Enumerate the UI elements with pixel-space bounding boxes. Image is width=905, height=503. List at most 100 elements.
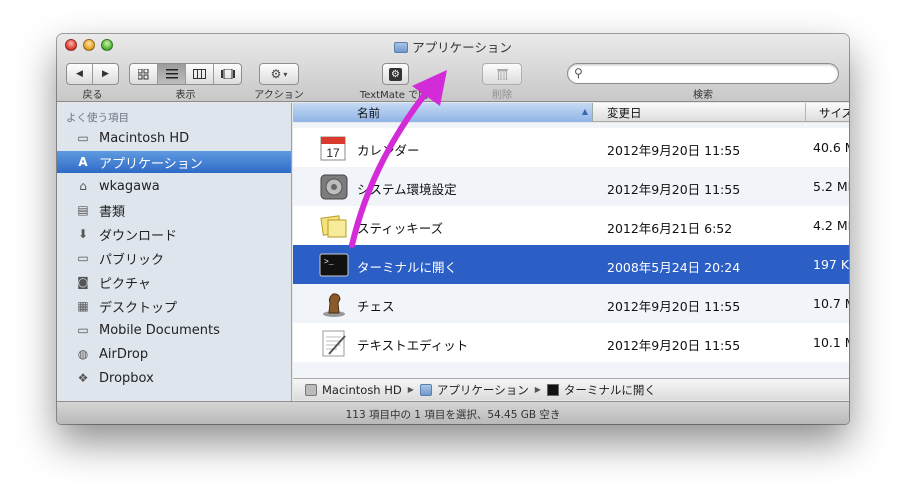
file-name: システム環境設定 — [357, 182, 457, 197]
sidebar-item-label: Macintosh HD — [99, 130, 190, 146]
sidebar-item-label: パブリック — [99, 252, 165, 268]
airdrop-icon: ◍ — [77, 347, 89, 361]
search-input[interactable] — [588, 65, 828, 82]
file-modified: 2012年9月20日 11:55 — [607, 143, 741, 158]
toolbar: アプリケーション ◀ ▶ 戻る 表示 ⚙ ▾ アクション ⚙ TextMate … — [57, 34, 849, 102]
sidebar-item-label: ピクチャ — [99, 276, 151, 292]
icon-view-icon — [138, 68, 149, 79]
finder-window: アプリケーション ◀ ▶ 戻る 表示 ⚙ ▾ アクション ⚙ TextMate … — [57, 34, 849, 424]
action-menu-button[interactable]: ⚙ ▾ — [259, 63, 299, 85]
column-header-bar: 名前 ▲ 変更日 サイズ — [293, 103, 849, 122]
file-size: 40.6 MB — [813, 140, 849, 155]
sidebar-item-airdrop[interactable]: ◍ AirDrop — [57, 343, 291, 365]
coverflow-view-button[interactable] — [214, 64, 241, 84]
stickies-icon — [320, 215, 347, 238]
delete-label: 削除 — [492, 90, 512, 101]
download-icon: ⬇ — [77, 227, 89, 241]
coverflow-view-icon — [220, 69, 235, 79]
table-row[interactable]: テキストエディット 2012年9月20日 11:55 10.1 MB — [293, 323, 849, 362]
file-modified: 2012年9月20日 11:55 — [607, 182, 741, 197]
file-size: 197 KB — [813, 257, 849, 272]
folder-icon — [419, 383, 432, 396]
table-row[interactable]: システム環境設定 2012年9月20日 11:55 5.2 MB — [293, 167, 849, 206]
column-header-modified[interactable]: 変更日 — [594, 103, 806, 122]
table-row[interactable]: スティッキーズ 2012年6月21日 6:52 4.2 MB — [293, 206, 849, 245]
sidebar-item-home[interactable]: ⌂ wkagawa — [57, 175, 291, 197]
path-item-applications[interactable]: アプリケーション — [419, 382, 529, 398]
file-name: テキストエディット — [357, 338, 469, 353]
path-item-terminal[interactable]: ターミナルに開く — [546, 382, 656, 398]
calendar-icon: 17 — [320, 136, 346, 161]
sidebar-item-pictures[interactable]: ◙ ピクチャ — [57, 271, 291, 293]
search-icon: ⚲ — [574, 66, 583, 80]
column-header-size[interactable]: サイズ — [806, 103, 849, 122]
documents-icon: ▤ — [77, 203, 89, 217]
dropbox-icon: ❖ — [77, 371, 89, 385]
textedit-icon — [322, 330, 346, 357]
sidebar-item-label: アプリケーション — [99, 156, 203, 172]
sidebar-item-downloads[interactable]: ⬇ ダウンロード — [57, 223, 291, 245]
table-row[interactable] — [293, 362, 849, 378]
status-bar: 113 項目中の 1 項目を選択、54.45 GB 空き — [57, 401, 849, 424]
status-text: 113 項目中の 1 項目を選択、54.45 GB 空き — [345, 409, 561, 421]
sidebar-item-label: デスクトップ — [99, 300, 178, 316]
column-view-icon — [193, 69, 206, 79]
table-row[interactable]: チェス 2012年9月20日 11:55 10.7 MB — [293, 284, 849, 323]
file-modified: 2012年9月20日 11:55 — [607, 338, 741, 353]
file-name: チェス — [357, 299, 395, 314]
camera-icon: ◙ — [77, 275, 89, 289]
sidebar-item-applications[interactable]: A アプリケーション — [57, 151, 291, 173]
path-item-label: アプリケーション — [436, 382, 529, 397]
back-arrow-icon: ◀ — [76, 69, 83, 79]
chess-icon — [323, 293, 345, 317]
sort-ascending-icon: ▲ — [581, 107, 588, 116]
harddisk-icon — [305, 383, 317, 396]
back-label: 戻る — [82, 90, 103, 101]
sidebar-item-public[interactable]: ▭ パブリック — [57, 247, 291, 269]
list-view-button[interactable] — [158, 64, 186, 84]
harddisk-icon: ▭ — [77, 131, 89, 145]
column-header-name[interactable]: 名前 ▲ — [293, 103, 593, 122]
sidebar-item-dropbox[interactable]: ❖ Dropbox — [57, 367, 291, 389]
sidebar: よく使う項目 ▭ Macintosh HD A アプリケーション ⌂ wkagawa … — [57, 103, 292, 402]
sidebar-item-desktop[interactable]: ▦ デスクトップ — [57, 295, 291, 317]
window-title: アプリケーション — [412, 40, 512, 55]
delete-button[interactable] — [482, 63, 522, 85]
sidebar-item-label: Dropbox — [99, 370, 154, 386]
icon-view-button[interactable] — [130, 64, 158, 84]
file-modified: 2012年6月21日 6:52 — [607, 221, 733, 236]
file-name: スティッキーズ — [357, 221, 444, 236]
action-label: アクション — [254, 90, 304, 101]
sidebar-item-mobile-documents[interactable]: ▭ Mobile Documents — [57, 319, 291, 341]
forward-arrow-icon: ▶ — [102, 69, 109, 79]
forward-button[interactable]: ▶ — [93, 64, 118, 84]
path-item-macintosh-hd[interactable]: Macintosh HD — [305, 383, 402, 397]
back-button[interactable]: ◀ — [67, 64, 93, 84]
table-row-selected[interactable]: >_ ターミナルに開く 2008年5月24日 20:24 197 KB — [293, 245, 849, 284]
column-header-size-label: サイズ — [819, 106, 849, 120]
sidebar-item-macintosh-hd[interactable]: ▭ Macintosh HD — [57, 127, 291, 149]
sidebar-item-label: ダウンロード — [99, 228, 178, 244]
file-size: 10.1 MB — [813, 335, 849, 350]
terminal-icon — [546, 383, 559, 396]
path-bar: Macintosh HD ▶ アプリケーション ▶ ターミナルに開く — [293, 378, 849, 400]
sidebar-section-favorites: よく使う項目 — [66, 112, 129, 124]
trash-icon — [496, 69, 508, 80]
file-name: カレンダー — [357, 143, 420, 158]
sidebar-item-documents[interactable]: ▤ 書類 — [57, 199, 291, 221]
path-separator-icon: ▶ — [534, 385, 541, 394]
file-name: ターミナルに開く — [357, 260, 458, 275]
search-field[interactable]: ⚲ — [567, 63, 839, 84]
search-label: 検索 — [693, 90, 713, 101]
file-modified: 2012年9月20日 11:55 — [607, 299, 741, 314]
path-item-label: Macintosh HD — [322, 382, 402, 397]
window-title-bar: アプリケーション — [57, 37, 849, 56]
table-row[interactable]: 17 カレンダー 2012年9月20日 11:55 40.6 MB — [293, 128, 849, 167]
desktop-icon: ▦ — [77, 299, 89, 313]
system-preferences-icon — [320, 174, 348, 200]
home-icon: ⌂ — [79, 179, 87, 193]
textmate-open-button[interactable]: ⚙ — [382, 63, 409, 85]
column-view-button[interactable] — [186, 64, 214, 84]
file-modified: 2008年5月24日 20:24 — [607, 260, 741, 275]
sidebar-item-label: AirDrop — [99, 346, 149, 362]
